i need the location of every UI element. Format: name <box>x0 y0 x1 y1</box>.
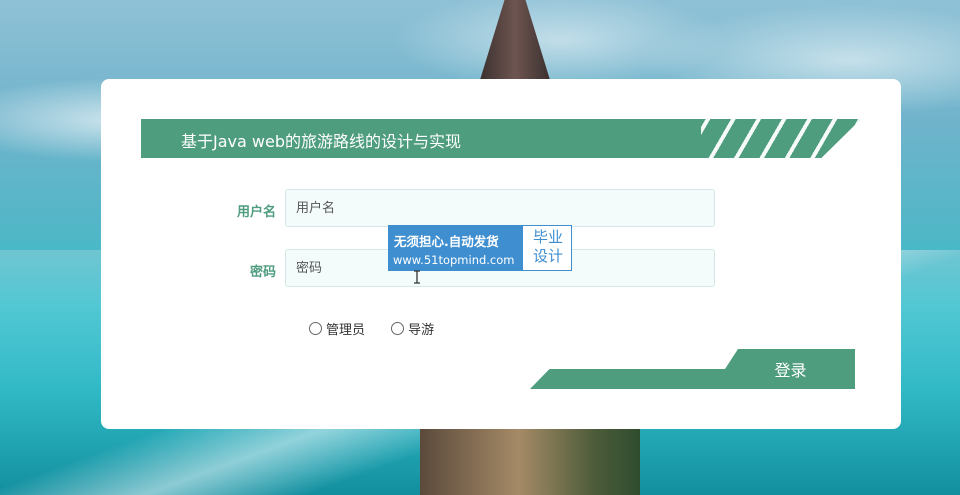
username-label: 用户名 <box>236 205 276 220</box>
background-tower-top <box>480 0 550 80</box>
role-guide-label: 导游 <box>408 323 435 338</box>
text-cursor-icon <box>414 270 420 284</box>
watermark-side-bottom: 设计 <box>532 247 563 265</box>
role-guide-radio[interactable]: 导游 <box>391 319 434 338</box>
role-radio-group: 管理员 导游 <box>309 319 456 339</box>
radio-circle-icon[interactable] <box>309 322 322 335</box>
role-admin-radio[interactable]: 管理员 <box>309 319 365 338</box>
password-label: 密码 <box>249 265 276 280</box>
watermark-side-text: 毕业 设计 <box>527 228 569 266</box>
username-input[interactable] <box>285 189 715 227</box>
watermark-url: www.51topmind.com <box>393 253 515 267</box>
login-button[interactable]: 登录 <box>726 349 855 389</box>
watermark-side-top: 毕业 <box>532 228 563 246</box>
watermark-badge: 无须担心.自动发货 www.51topmind.com 毕业 设计 <box>388 225 572 271</box>
watermark-left-block: 无须担心.自动发货 www.51topmind.com <box>389 226 523 270</box>
page-title: 基于Java web的旅游路线的设计与实现 <box>181 132 461 151</box>
background-tower-base <box>420 428 640 495</box>
title-stripes-decoration <box>701 119 861 158</box>
watermark-slogan: 无须担心.自动发货 <box>394 234 499 249</box>
role-admin-label: 管理员 <box>326 323 366 338</box>
radio-circle-icon[interactable] <box>391 322 405 335</box>
title-banner: 基于Java web的旅游路线的设计与实现 <box>141 119 861 158</box>
